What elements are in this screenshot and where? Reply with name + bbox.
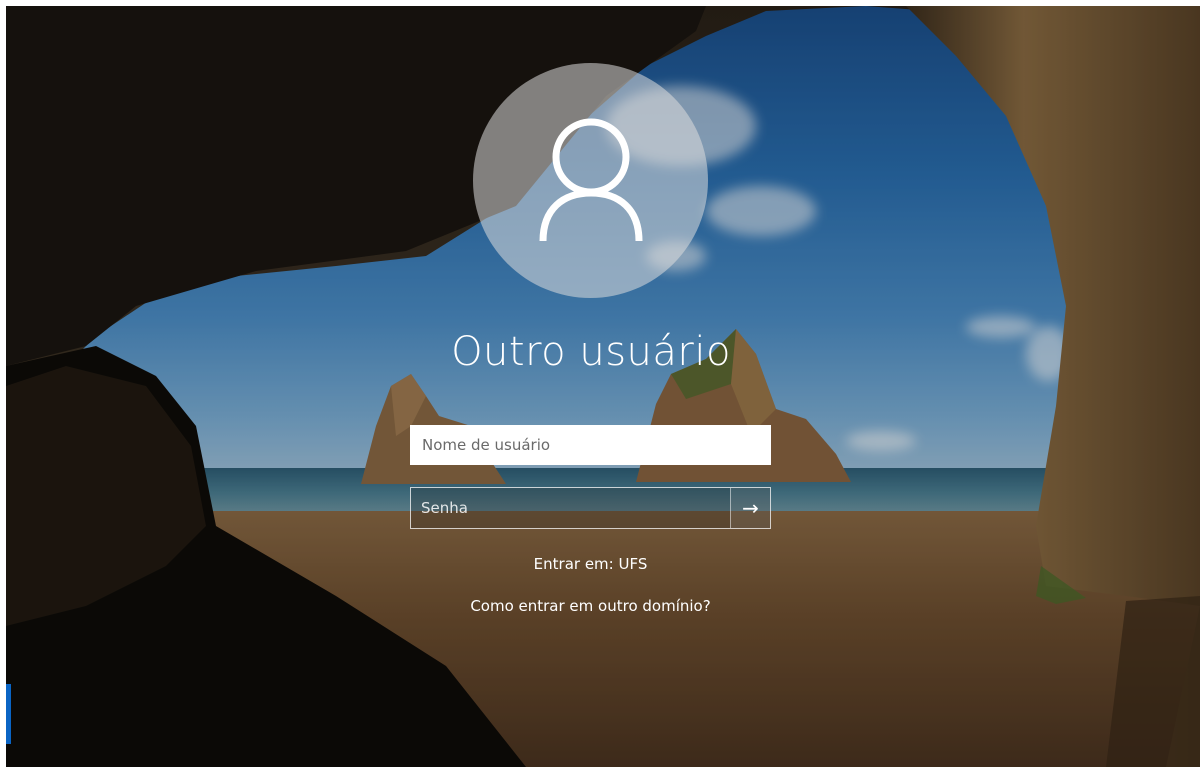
submit-button[interactable]: → [730,488,770,528]
username-input[interactable] [410,425,771,465]
password-input[interactable] [411,488,730,528]
sign-in-domain-label: Entrar em: UFS [533,555,648,573]
user-display-name: Outro usuário [451,329,731,375]
arrow-right-icon: → [742,496,759,520]
lock-screen: Outro usuário → Entrar em: UFS Como entr… [6,6,1200,767]
password-field-group: → [410,487,771,529]
accessibility-indicator [6,684,11,744]
user-avatar [473,63,708,298]
other-domain-link[interactable]: Como entrar em outro domínio? [410,597,771,615]
user-icon [539,118,642,241]
